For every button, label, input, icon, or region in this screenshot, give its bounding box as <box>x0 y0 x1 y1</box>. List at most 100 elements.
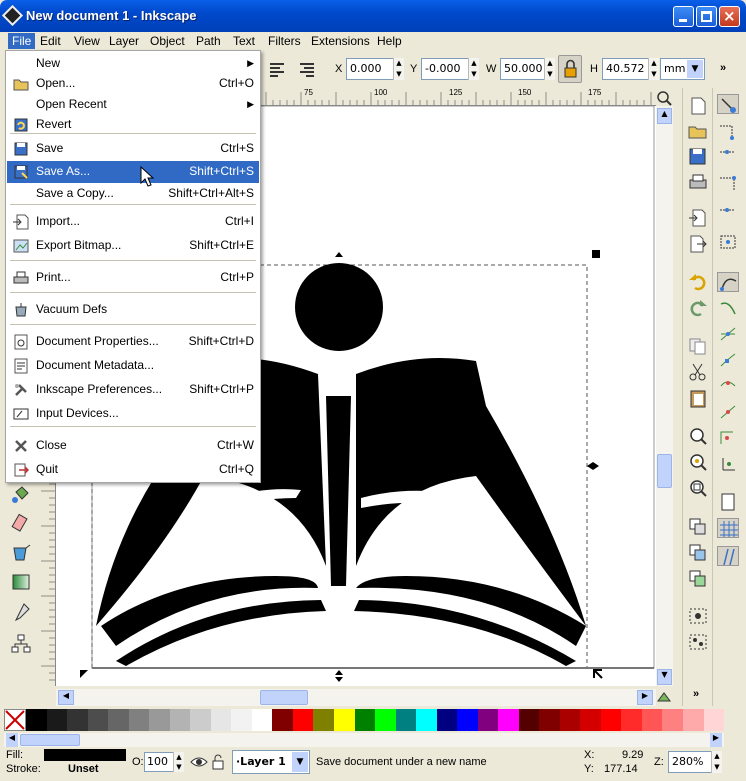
maximize-button[interactable] <box>696 6 717 27</box>
color-swatch[interactable] <box>67 709 88 731</box>
color-swatch[interactable] <box>477 709 499 731</box>
color-swatch[interactable] <box>313 709 334 731</box>
zoom-input[interactable]: 280% <box>668 751 712 773</box>
snap-toggle-icon[interactable] <box>717 94 739 114</box>
clone-icon[interactable] <box>687 542 709 562</box>
y-input[interactable]: -0.000 <box>421 58 469 80</box>
color-swatch[interactable] <box>87 709 109 731</box>
paste-icon[interactable] <box>687 388 709 408</box>
more-commands-icon[interactable]: » <box>693 688 699 700</box>
snap-page-border-icon[interactable] <box>717 492 739 512</box>
bucket-fill-icon[interactable] <box>10 542 32 562</box>
menu-filters[interactable]: Filters <box>264 33 305 49</box>
snap-nodes-icon[interactable] <box>717 272 739 292</box>
color-swatch[interactable] <box>251 709 273 731</box>
color-swatch[interactable] <box>108 709 129 731</box>
align-icon[interactable] <box>266 60 288 80</box>
snap-midpoints-icon[interactable] <box>717 402 739 422</box>
color-swatch[interactable] <box>498 709 519 731</box>
undo-icon[interactable] <box>687 272 709 292</box>
palette-scroll-left-icon[interactable]: ◀ <box>6 733 18 747</box>
lock-ratio-button[interactable] <box>558 55 582 83</box>
snap-bbox-center-icon[interactable] <box>717 232 739 252</box>
menu-help[interactable]: Help <box>373 33 406 49</box>
color-swatch[interactable] <box>190 709 211 731</box>
color-swatch[interactable] <box>46 709 68 731</box>
zoom-spinner[interactable]: ▲ ▼ <box>711 751 722 773</box>
h-input[interactable]: 40.572 <box>602 58 649 80</box>
menu-item-quit[interactable]: Quit Ctrl+Q <box>7 459 259 481</box>
snap-smooth-nodes-icon[interactable] <box>717 376 739 396</box>
color-swatch[interactable] <box>375 709 396 731</box>
color-swatch[interactable] <box>703 709 725 731</box>
menu-item-open-recent[interactable]: Open Recent ▶ <box>7 94 259 116</box>
color-swatch[interactable] <box>559 709 581 731</box>
snap-cusp-nodes-icon[interactable] <box>717 350 739 370</box>
scroll-left-icon[interactable]: ◀ <box>58 690 74 705</box>
y-spinner[interactable]: ▲ ▼ <box>468 58 479 80</box>
close-button[interactable]: × <box>719 6 740 27</box>
cut-icon[interactable] <box>687 362 709 382</box>
eye-icon[interactable] <box>190 754 208 770</box>
vertical-scroll-thumb[interactable] <box>657 454 672 488</box>
menu-extensions[interactable]: Extensions <box>307 33 374 49</box>
redo-icon[interactable] <box>687 298 709 318</box>
eraser-icon[interactable] <box>10 512 32 532</box>
menu-edit[interactable]: Edit <box>36 33 65 49</box>
menu-item-document-properties[interactable]: Document Properties... Shift+Ctrl+D <box>7 331 259 353</box>
snap-grid-icon[interactable] <box>717 518 739 538</box>
connector-icon[interactable] <box>10 634 32 654</box>
color-swatch[interactable] <box>539 709 560 731</box>
opacity-input[interactable]: 100 <box>144 752 174 772</box>
snap-rotation-center-icon[interactable] <box>717 454 739 474</box>
print-icon[interactable] <box>687 172 709 192</box>
color-swatch[interactable] <box>436 709 458 731</box>
copy-icon[interactable] <box>687 336 709 356</box>
palette-scroll-right-icon[interactable]: ▶ <box>710 733 722 747</box>
minimize-button[interactable] <box>673 6 694 27</box>
menu-item-save[interactable]: Save Ctrl+S <box>7 138 259 160</box>
menu-text[interactable]: Text <box>229 33 259 49</box>
duplicate-icon[interactable] <box>687 516 709 536</box>
x-spinner[interactable]: ▲ ▼ <box>393 58 404 80</box>
menu-file[interactable]: File <box>8 33 36 49</box>
unit-select[interactable]: mm ▼ <box>660 58 705 80</box>
palette-scrollbar[interactable]: ◀ ▶ <box>4 733 724 747</box>
color-swatch[interactable] <box>600 709 622 731</box>
w-input[interactable]: 50.000 <box>500 58 545 80</box>
lock-layer-icon[interactable] <box>211 754 225 770</box>
menu-item-export-bitmap[interactable]: Export Bitmap... Shift+Ctrl+E <box>7 235 259 257</box>
color-swatch[interactable] <box>580 709 601 731</box>
overflow-chevron-icon[interactable]: » <box>720 62 726 74</box>
no-color-swatch[interactable] <box>4 709 26 731</box>
color-swatch[interactable] <box>518 709 540 731</box>
dropper-icon[interactable] <box>10 602 32 622</box>
menu-item-document-metadata[interactable]: Document Metadata... <box>7 355 259 377</box>
color-swatch[interactable] <box>26 709 47 731</box>
distribute-icon[interactable] <box>296 60 318 80</box>
open-icon[interactable] <box>687 121 709 141</box>
menu-item-save-a-copy[interactable]: Save a Copy... Shift+Ctrl+Alt+S <box>7 183 259 205</box>
scroll-down-icon[interactable]: ▼ <box>657 669 672 685</box>
gradient-icon[interactable] <box>10 572 32 592</box>
horizontal-scrollbar[interactable]: ◀ ▶ <box>56 689 656 706</box>
menu-path[interactable]: Path <box>192 33 225 49</box>
color-swatch[interactable] <box>169 709 191 731</box>
color-swatch[interactable] <box>416 709 437 731</box>
snap-bbox-edge-icon[interactable] <box>717 148 739 168</box>
color-swatch[interactable] <box>272 709 293 731</box>
menu-item-open[interactable]: Open... Ctrl+O <box>7 73 259 95</box>
fill-indicator[interactable] <box>44 749 126 761</box>
snap-bbox-corner-icon[interactable] <box>717 174 739 194</box>
horizontal-scroll-thumb[interactable] <box>260 690 308 705</box>
new-doc-icon[interactable] <box>687 96 709 116</box>
import-icon[interactable] <box>687 208 709 228</box>
color-swatch[interactable] <box>292 709 314 731</box>
menu-item-print[interactable]: Print... Ctrl+P <box>7 267 259 289</box>
x-input[interactable]: 0.000 <box>346 58 394 80</box>
color-swatch[interactable] <box>333 709 355 731</box>
vertical-scrollbar[interactable]: ▲ ▼ <box>656 106 673 686</box>
zoom-page-icon[interactable] <box>687 478 709 498</box>
zoom-corner-icon[interactable] <box>656 90 672 106</box>
menu-item-new[interactable]: New ▶ <box>7 53 259 75</box>
